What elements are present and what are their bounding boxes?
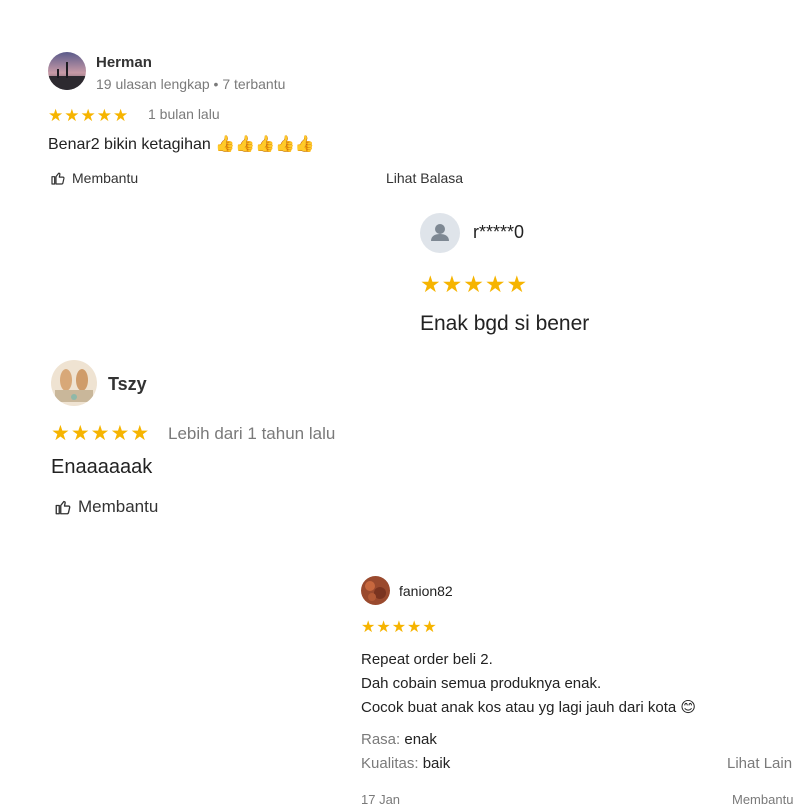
attribute-label: Rasa: xyxy=(361,731,401,748)
star-icon: ★ xyxy=(441,271,464,297)
star-icon: ★ xyxy=(70,422,91,445)
avatar-image xyxy=(48,62,86,90)
star-icon: ★ xyxy=(80,106,97,125)
reviewer-name[interactable]: r*****0 xyxy=(473,222,524,243)
avatar-image xyxy=(365,581,386,601)
rating-stars: ★★★★★ xyxy=(420,271,528,298)
star-icon: ★ xyxy=(110,422,131,445)
helpful-button[interactable]: Membantu xyxy=(54,497,158,517)
star-icon: ★ xyxy=(422,619,438,636)
star-icon: ★ xyxy=(90,422,111,445)
attribute-kualitas: Kualitas: baik xyxy=(361,755,450,772)
reviewer-meta: 19 ulasan lengkap • 7 terbantu xyxy=(96,76,286,92)
review-text: Enaaaaaak xyxy=(51,456,153,478)
avatar-fanion82[interactable] xyxy=(361,576,390,605)
star-icon: ★ xyxy=(407,619,423,636)
star-icon: ★ xyxy=(376,619,392,636)
star-icon: ★ xyxy=(420,271,442,297)
thumbs-up-icon xyxy=(51,172,65,185)
avatar-tszy[interactable] xyxy=(51,360,97,406)
avatar-default[interactable] xyxy=(420,213,460,253)
star-icon: ★ xyxy=(361,619,377,636)
attribute-value: enak xyxy=(404,731,437,748)
star-icon: ★ xyxy=(506,271,529,297)
view-replies-link[interactable]: Lihat Balasa xyxy=(386,170,463,186)
star-icon: ★ xyxy=(113,106,130,125)
star-icon: ★ xyxy=(391,619,408,636)
review-line: Repeat order beli 2. xyxy=(361,651,493,668)
see-more-link[interactable]: Lihat Lain xyxy=(727,755,792,772)
rating-stars: ★★★★★ xyxy=(51,422,150,446)
review-text: Repeat order beli 2. Dah cobain semua pr… xyxy=(361,648,696,720)
star-icon: ★ xyxy=(463,271,485,297)
attribute-value: baik xyxy=(422,755,451,772)
star-icon: ★ xyxy=(51,422,71,445)
review-text: Enak bgd si bener xyxy=(420,312,590,335)
rating-stars: ★★★★★ xyxy=(361,619,438,637)
review-line: Cocok buat anak kos atau yg lagi jauh da… xyxy=(361,699,697,716)
rating-stars: ★★★★★ xyxy=(48,106,129,126)
attribute-rasa: Rasa: enak xyxy=(361,731,437,748)
helpful-button[interactable]: Membantu xyxy=(50,170,138,186)
reviewer-name[interactable]: Tszy xyxy=(108,374,147,395)
star-icon: ★ xyxy=(130,422,151,445)
review-line: Dah cobain semua produknya enak. xyxy=(361,675,602,692)
avatar-image xyxy=(55,369,93,402)
reviewer-name[interactable]: Herman xyxy=(96,54,152,71)
thumbs-up-icon xyxy=(55,500,71,515)
reviewer-name[interactable]: fanion82 xyxy=(399,583,453,599)
attribute-label: Kualitas: xyxy=(361,755,419,772)
review-text: Benar2 bikin ketagihan 👍👍👍👍👍 xyxy=(48,136,315,153)
star-icon: ★ xyxy=(484,271,507,297)
star-icon: ★ xyxy=(48,106,65,125)
helpful-label: Membantu xyxy=(78,497,159,516)
avatar-herman[interactable] xyxy=(48,52,86,90)
star-icon: ★ xyxy=(96,106,113,125)
user-icon xyxy=(431,224,449,241)
review-time: Lebih dari 1 tahun lalu xyxy=(168,424,336,443)
review-time: 1 bulan lalu xyxy=(148,106,220,122)
helpful-label: Membantu xyxy=(72,170,139,186)
star-icon: ★ xyxy=(64,106,81,125)
